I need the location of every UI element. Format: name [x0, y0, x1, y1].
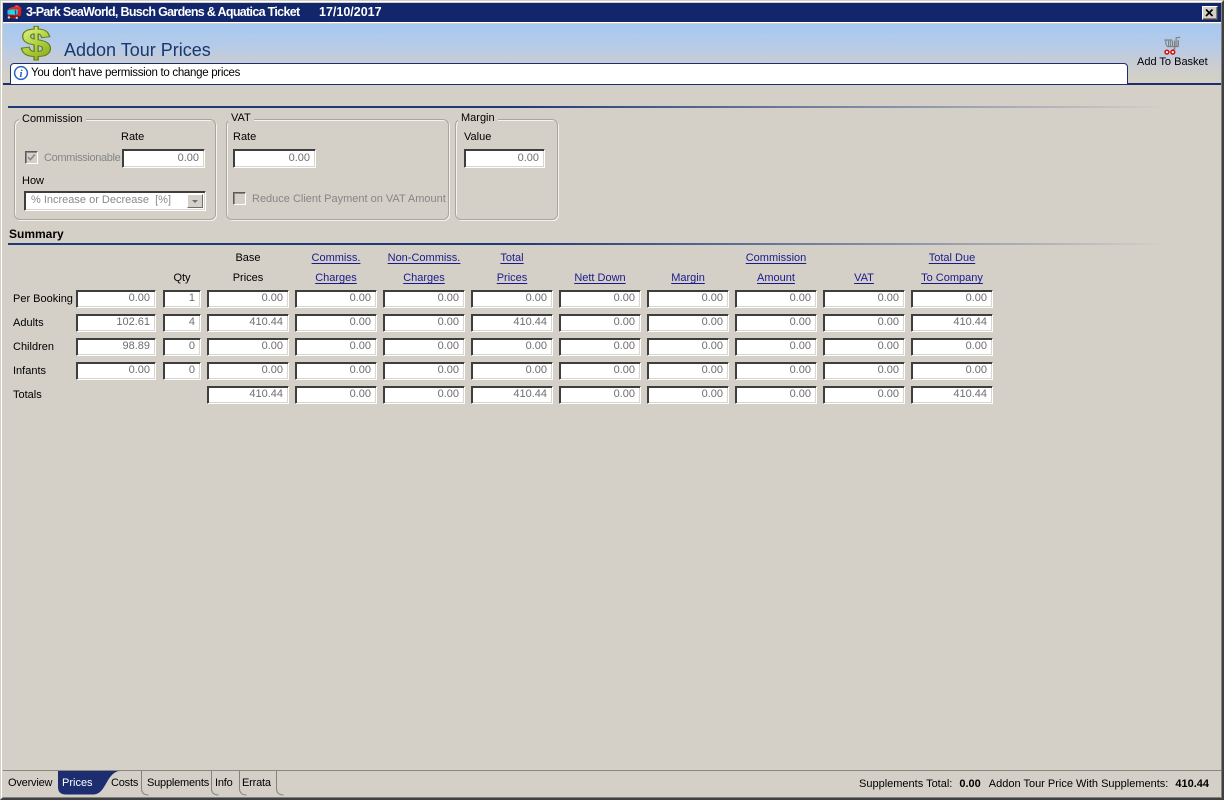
- svg-text:$: $: [21, 23, 50, 65]
